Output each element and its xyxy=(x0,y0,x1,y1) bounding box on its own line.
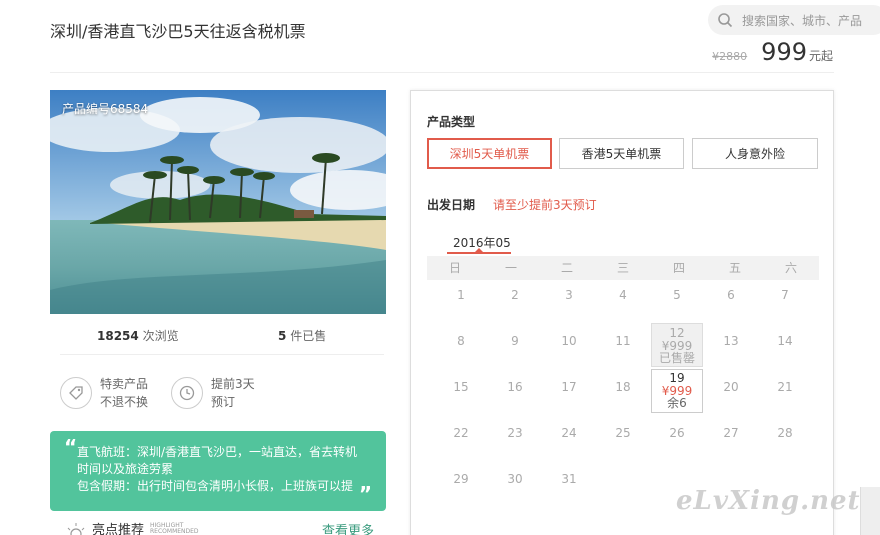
calendar-day: 4 xyxy=(619,288,627,302)
calendar-day: 2 xyxy=(511,288,519,302)
weekday: 四 xyxy=(672,261,685,275)
calendar-day: 23 xyxy=(507,426,523,440)
feature-line: 不退不换 xyxy=(100,395,149,409)
calendar-day: 30 xyxy=(507,472,523,486)
page-title: 深圳/香港直飞沙巴5天往返含税机票 xyxy=(50,22,306,41)
feature-line: 提前3天 xyxy=(211,377,255,391)
calendar-day: 5 xyxy=(673,288,681,302)
weekday: 六 xyxy=(784,261,797,275)
weekday: 三 xyxy=(616,261,629,275)
option-hongkong-ticket[interactable]: 香港5天单机票 xyxy=(559,138,684,169)
search-icon xyxy=(718,13,733,28)
views-count: 18254 xyxy=(97,329,139,343)
calendar-day: 3 xyxy=(565,288,573,302)
calendar-day: 15 xyxy=(453,380,469,394)
calendar-day: 22 xyxy=(453,426,469,440)
day-number: 12 xyxy=(669,326,685,340)
calendar-day: 9 xyxy=(511,334,519,348)
feature-line: 预订 xyxy=(211,395,236,409)
departure-date-label: 出发日期 xyxy=(427,198,476,212)
views-label: 次浏览 xyxy=(142,329,179,343)
weekday: 五 xyxy=(728,261,741,275)
calendar-day: 18 xyxy=(615,380,631,394)
booking-panel: 产品类型 深圳5天单机票 香港5天单机票 人身意外险 出发日期 请至少提前3天预… xyxy=(410,90,834,535)
weekday: 一 xyxy=(504,261,517,275)
sold-label: 件已售 xyxy=(290,329,327,343)
sold-count: 5 xyxy=(278,329,287,343)
weekday: 日 xyxy=(448,261,461,275)
feature-advance-booking: 提前3天预订 xyxy=(171,375,255,411)
calendar-day: 31 xyxy=(561,472,577,486)
day-number: 19 xyxy=(669,371,685,385)
highlights-en2: RECOMMENDED xyxy=(150,527,199,535)
calendar-day: 13 xyxy=(723,334,739,348)
sun-icon xyxy=(67,522,85,535)
note-line: 包含假期：出行时间包含清明小长假，上班族可以提 xyxy=(77,479,354,493)
search-box[interactable]: 搜索国家、城市、产品 xyxy=(708,5,880,35)
current-price: 999 xyxy=(761,38,807,66)
weekday-header: 日 一 二 三 四 五 六 xyxy=(427,256,819,280)
calendar-day: 29 xyxy=(453,472,469,486)
month-underline xyxy=(447,252,511,254)
views-stat: 18254 次浏览 xyxy=(97,327,179,344)
calendar-day: 26 xyxy=(669,426,685,440)
calendar-day: 7 xyxy=(781,288,789,302)
header-divider xyxy=(50,72,834,73)
month-caret-icon xyxy=(475,248,483,252)
calendar-day: 16 xyxy=(507,380,523,394)
calendar-day: 27 xyxy=(723,426,739,440)
calendar-day: 8 xyxy=(457,334,465,348)
product-type-label: 产品类型 xyxy=(427,115,476,129)
calendar-day: 28 xyxy=(777,426,793,440)
calendar-day-sold-out: 12 ¥999 已售罄 xyxy=(651,323,703,367)
price-area: ¥2880 999 元起 xyxy=(712,38,833,66)
day-status: 已售罄 xyxy=(658,351,695,365)
quote-close-icon: ” xyxy=(358,482,372,506)
highlights-heading: 亮点推荐 HIGHLIGHT RECOMMENDED xyxy=(66,519,199,535)
highlights-label: 亮点推荐 xyxy=(92,523,145,535)
booking-hint: 请至少提前3天预订 xyxy=(493,198,597,212)
calendar-day-available[interactable]: 19 ¥999 余6 xyxy=(651,369,703,413)
search-placeholder: 搜索国家、城市、产品 xyxy=(742,14,863,28)
calendar-day: 14 xyxy=(777,334,793,348)
feature-special-sale: 特卖产品 不退不换 xyxy=(60,375,148,411)
option-accident-insurance[interactable]: 人身意外险 xyxy=(692,138,818,169)
stats-divider xyxy=(60,354,384,355)
original-price: ¥2880 xyxy=(712,50,748,63)
calendar-day: 6 xyxy=(727,288,735,302)
note-line: 时间以及旅途劳累 xyxy=(77,462,174,476)
price-suffix: 元起 xyxy=(808,49,833,63)
note-line: 直飞航班：深圳/香港直飞沙巴，一站直达，省去转机 xyxy=(77,445,358,459)
calendar-day: 25 xyxy=(615,426,631,440)
beach-image xyxy=(50,90,386,314)
calendar-day: 11 xyxy=(615,334,631,348)
product-photo: 产品编号68584 xyxy=(50,90,386,314)
day-status: 余6 xyxy=(667,396,687,410)
option-shenzhen-ticket[interactable]: 深圳5天单机票 xyxy=(427,138,552,169)
calendar-day: 17 xyxy=(561,380,577,394)
feature-line: 特卖产品 xyxy=(100,377,149,391)
clock-icon xyxy=(171,377,203,409)
quote-open-icon: “ xyxy=(64,435,78,459)
calendar-day: 24 xyxy=(561,426,577,440)
tag-icon xyxy=(60,377,92,409)
product-code: 产品编号68584 xyxy=(62,102,149,116)
calendar-day: 20 xyxy=(723,380,739,394)
view-more-link[interactable]: 查看更多 xyxy=(322,520,374,535)
scrollbar[interactable] xyxy=(860,487,880,535)
calendar-day: 1 xyxy=(457,288,465,302)
watermark: eLvXing.net xyxy=(676,486,861,516)
calendar-day: 10 xyxy=(561,334,577,348)
product-note: “ 直飞航班：深圳/香港直飞沙巴，一站直达，省去转机 时间以及旅途劳累 包含假期… xyxy=(50,431,386,511)
calendar-day: 21 xyxy=(777,380,793,394)
sold-stat: 5 件已售 xyxy=(278,327,326,344)
weekday: 二 xyxy=(560,261,573,275)
